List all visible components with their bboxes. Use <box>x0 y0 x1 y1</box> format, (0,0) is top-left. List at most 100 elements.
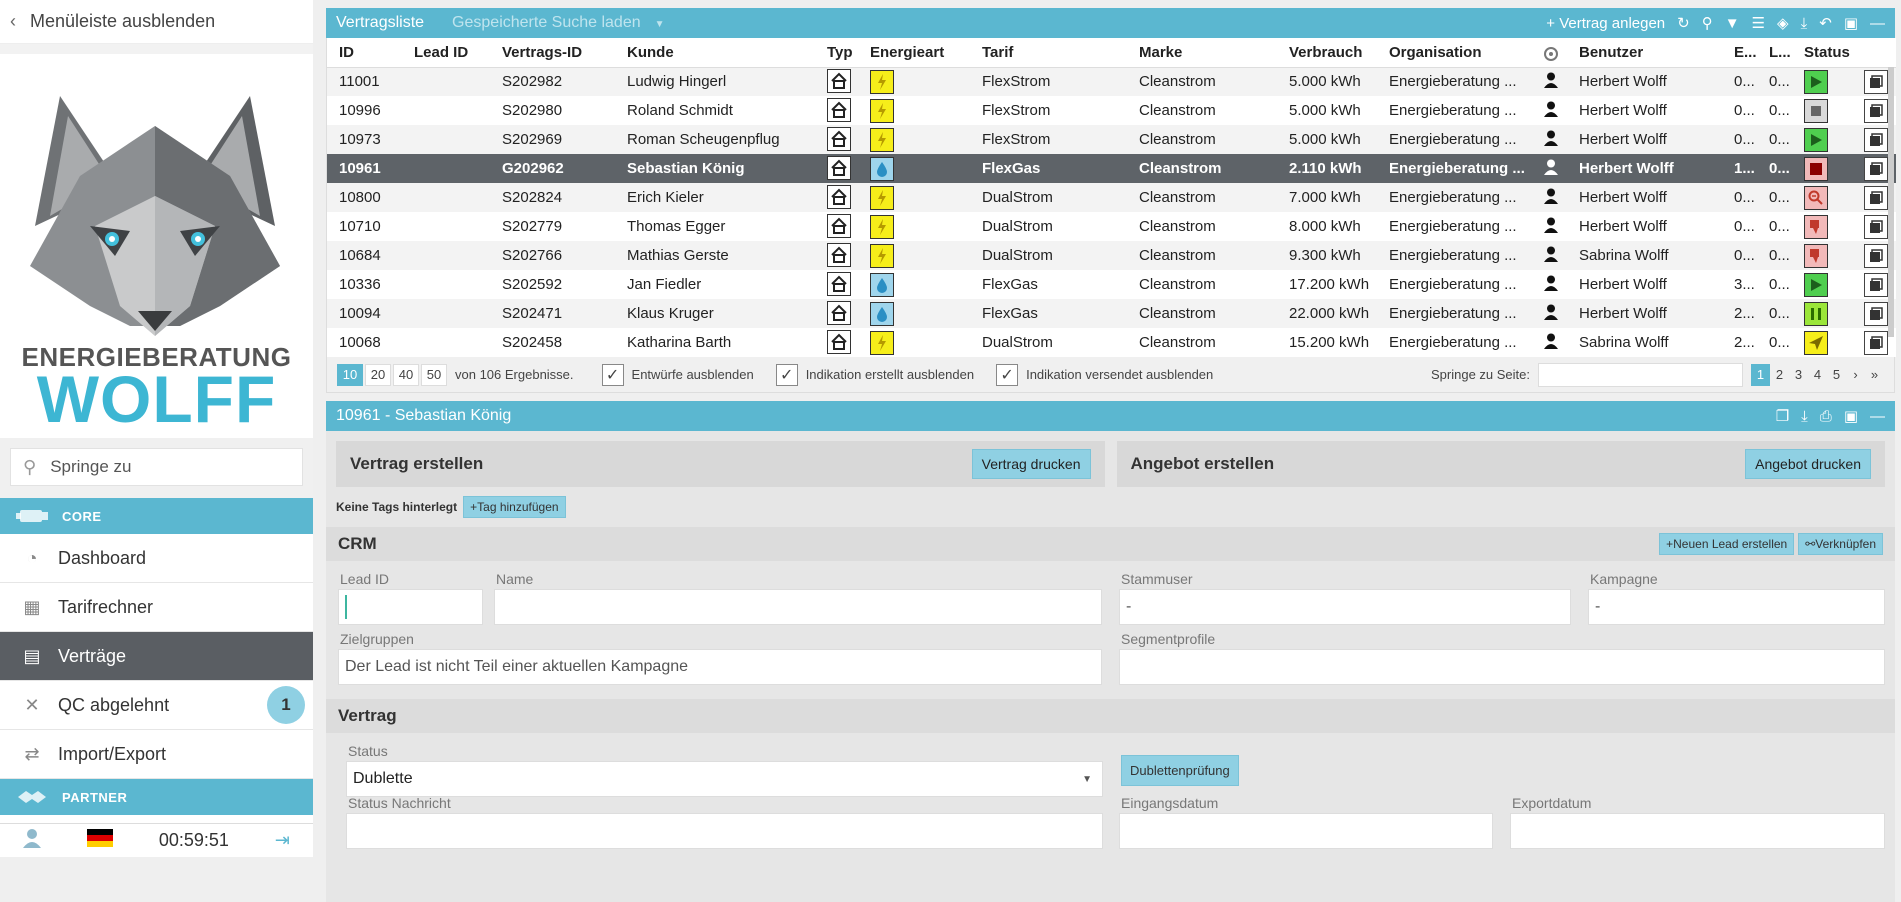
copy-document-icon[interactable] <box>1864 156 1888 181</box>
hide-drafts-toggle[interactable]: ✓ Entwürfe ausblenden <box>601 363 754 386</box>
column-header[interactable]: Tarif <box>970 38 1127 68</box>
pause-icon[interactable] <box>1804 301 1828 326</box>
logout-icon[interactable]: ⇥ <box>275 830 290 851</box>
page-size-option[interactable]: 50 <box>421 363 447 386</box>
jump-search-input[interactable]: ⚲ Springe zu <box>10 448 303 486</box>
zielgruppen-field[interactable]: Der Lead ist nicht Teil einer aktuellen … <box>338 649 1102 685</box>
nav-tarifrechner[interactable]: ▦ Tarifrechner <box>0 583 313 632</box>
page-size-option[interactable]: 10 <box>337 363 363 386</box>
column-header[interactable]: Benutzer <box>1567 38 1722 68</box>
column-header[interactable]: Energieart <box>858 38 970 68</box>
nav-qc-abgelehnt[interactable]: ✕ QC abgelehnt 1 <box>0 681 313 730</box>
layout-icon[interactable]: ▣ <box>1844 14 1858 32</box>
copy-document-icon[interactable] <box>1864 185 1888 210</box>
last-page-icon[interactable]: » <box>1865 364 1884 386</box>
table-row[interactable]: 10996 S202980 Roland Schmidt FlexStrom Clean… <box>327 96 1896 125</box>
print-icon[interactable]: ⎙ <box>1820 408 1832 425</box>
table-row[interactable]: 10094 S202471 Klaus Kruger FlexGas Cleanstro… <box>327 299 1896 328</box>
print-offer-button[interactable]: Angebot drucken <box>1745 449 1871 479</box>
page-number[interactable]: 4 <box>1808 364 1827 386</box>
column-header[interactable]: L... <box>1757 38 1792 68</box>
play-icon[interactable] <box>1804 69 1828 94</box>
filter-icon[interactable]: ▼ <box>1725 15 1740 32</box>
table-row[interactable]: 10068 S202458 Katharina Barth DualStrom Clea… <box>327 328 1896 357</box>
table-row[interactable]: 10973 S202969 Roman Scheugenpflug FlexStrom… <box>327 125 1896 154</box>
tags-icon[interactable]: ◈ <box>1777 14 1789 32</box>
table-row[interactable]: 10710 S202779 Thomas Egger DualStrom Cleanst… <box>327 212 1896 241</box>
hide-indication-sent-toggle[interactable]: ✓ Indikation versendet ausblenden <box>996 363 1213 386</box>
eingangsdatum-field[interactable] <box>1119 813 1493 849</box>
play-icon[interactable] <box>1804 127 1828 152</box>
copy-icon[interactable]: ❐ <box>1776 407 1789 425</box>
copy-document-icon[interactable] <box>1864 330 1888 355</box>
page-number[interactable]: 1 <box>1751 363 1770 386</box>
copy-document-icon[interactable] <box>1864 214 1888 239</box>
column-header[interactable]: Status <box>1792 38 1852 68</box>
nav-import-export[interactable]: ⇄ Import/Export <box>0 730 313 779</box>
column-header[interactable]: Marke <box>1127 38 1277 68</box>
undo-icon[interactable]: ↶ <box>1819 14 1832 32</box>
user-icon[interactable] <box>22 828 41 853</box>
checkbox-checked-icon[interactable]: ✓ <box>775 363 798 386</box>
nav-vertraege[interactable]: ▤ Verträge <box>0 632 313 681</box>
download-icon[interactable]: ⤓ <box>1801 408 1808 425</box>
hide-indication-created-toggle[interactable]: ✓ Indikation erstellt ausblenden <box>775 363 974 386</box>
thumbs-down-icon[interactable] <box>1804 214 1828 239</box>
table-row[interactable]: 10800 S202824 Erich Kieler DualStrom Cleanst… <box>327 183 1896 212</box>
column-header[interactable]: Lead ID <box>402 38 490 68</box>
stop-icon[interactable] <box>1804 156 1828 181</box>
column-header[interactable] <box>1532 38 1567 68</box>
copy-document-icon[interactable] <box>1864 127 1888 152</box>
duplicate-check-button[interactable]: Dublettenprüfung <box>1121 755 1239 786</box>
table-row[interactable]: 10961 G202962 Sebastian König FlexGas Cleans… <box>327 154 1896 183</box>
copy-document-icon[interactable] <box>1864 69 1888 94</box>
nav-dashboard[interactable]: ◔ Dashboard <box>0 534 313 583</box>
saved-search-dropdown[interactable]: Gespeicherte Suche laden ▼ <box>452 14 664 32</box>
vertical-scrollbar[interactable] <box>1888 67 1894 337</box>
search-icon[interactable] <box>1804 185 1828 210</box>
column-header[interactable]: Verbrauch <box>1277 38 1377 68</box>
german-flag-icon[interactable] <box>86 829 113 852</box>
page-number[interactable]: 3 <box>1789 364 1808 386</box>
download-icon[interactable]: ⤓ <box>1801 15 1808 32</box>
next-page-icon[interactable]: › <box>1846 364 1865 386</box>
copy-document-icon[interactable] <box>1864 272 1888 297</box>
column-header[interactable]: Vertrags-ID <box>490 38 615 68</box>
search-icon[interactable]: ⚲ <box>1702 14 1713 32</box>
copy-document-icon[interactable] <box>1864 98 1888 123</box>
new-contract-button[interactable]: + Vertrag anlegen <box>1546 15 1665 32</box>
stop-icon[interactable] <box>1804 98 1828 123</box>
minimize-icon[interactable]: — <box>1870 15 1885 32</box>
checkbox-checked-icon[interactable]: ✓ <box>601 363 624 386</box>
stammuser-field[interactable]: - <box>1119 589 1571 625</box>
kampagne-field[interactable]: - <box>1588 589 1885 625</box>
column-header[interactable]: Organisation <box>1377 38 1532 68</box>
page-number[interactable]: 2 <box>1770 364 1789 386</box>
column-header[interactable]: Typ <box>815 38 858 68</box>
copy-document-icon[interactable] <box>1864 243 1888 268</box>
layout-icon[interactable]: ▣ <box>1844 407 1858 425</box>
table-row[interactable]: 10336 S202592 Jan Fiedler FlexGas Cleanstrom… <box>327 270 1896 299</box>
page-size-option[interactable]: 40 <box>393 363 419 386</box>
new-lead-button[interactable]: +Neuen Lead erstellen <box>1659 533 1795 555</box>
column-header[interactable]: E... <box>1722 38 1757 68</box>
table-row[interactable]: 10684 S202766 Mathias Gerste DualStrom Clean… <box>327 241 1896 270</box>
status-message-field[interactable] <box>346 813 1103 849</box>
page-size-option[interactable]: 20 <box>365 363 391 386</box>
copy-document-icon[interactable] <box>1864 301 1888 326</box>
name-input[interactable] <box>494 589 1102 625</box>
table-row[interactable]: 11001 S202982 Ludwig Hingerl FlexStrom Clean… <box>327 67 1896 96</box>
checkbox-checked-icon[interactable]: ✓ <box>996 363 1019 386</box>
print-contract-button[interactable]: Vertrag drucken <box>971 449 1091 479</box>
minimize-icon[interactable]: — <box>1870 408 1885 425</box>
send-icon[interactable] <box>1804 330 1828 355</box>
thumbs-down-icon[interactable] <box>1804 243 1828 268</box>
page-number[interactable]: 5 <box>1827 364 1846 386</box>
lead-id-input[interactable] <box>338 589 483 625</box>
list-icon[interactable]: ☰ <box>1752 14 1765 32</box>
exportdatum-field[interactable] <box>1510 813 1885 849</box>
column-header[interactable]: Kunde <box>615 38 815 68</box>
jump-page-input[interactable] <box>1538 362 1743 387</box>
segment-field[interactable] <box>1119 649 1885 685</box>
link-button[interactable]: ⚯Verknüpfen <box>1798 533 1883 555</box>
